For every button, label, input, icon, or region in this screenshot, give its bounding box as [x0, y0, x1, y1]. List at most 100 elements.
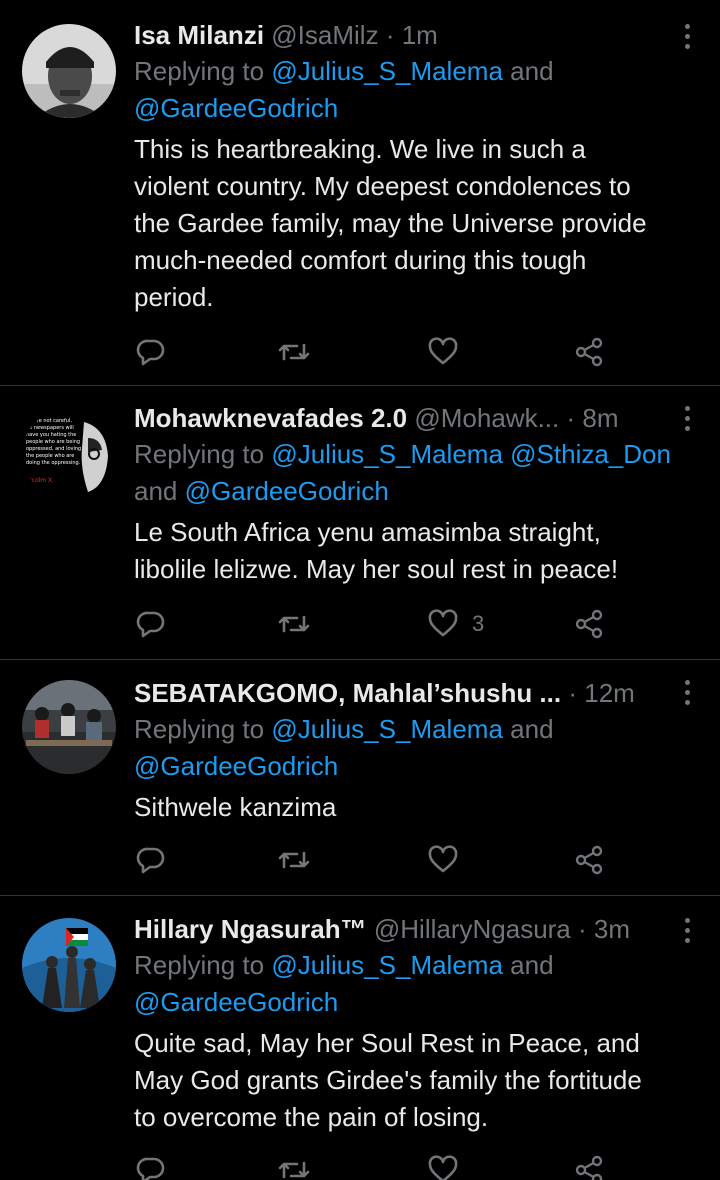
avatar-text: doing the oppressing.: [26, 460, 81, 466]
replying-to: Replying to @Julius_S_Malema and @Gardee…: [134, 711, 700, 785]
replying-to: Replying to @Julius_S_Malema and @Gardee…: [134, 53, 700, 127]
avatar[interactable]: [22, 918, 116, 1012]
user-handle[interactable]: @HillaryNgasura: [374, 914, 571, 944]
avatar[interactable]: [22, 680, 116, 774]
like-icon: [428, 845, 458, 873]
mention-link[interactable]: @GardeeGodrich: [134, 93, 338, 123]
avatar-text: 'colm X: [30, 477, 52, 484]
tweet-header: SEBATAKGOMO, Mahlal’shushu ... · 12m: [134, 675, 674, 711]
tweet-text-line: This is heartbreaking. We live in such a: [134, 134, 586, 164]
tweet-actions: 3: [134, 606, 614, 642]
replying-to-label: Replying to: [134, 714, 265, 744]
user-handle[interactable]: @IsaMilz: [271, 20, 378, 50]
like-count: 3: [472, 611, 485, 636]
avatar-text: the people who are: [26, 453, 74, 459]
reply-icon: [136, 339, 165, 366]
share-button[interactable]: [574, 1152, 604, 1180]
timestamp[interactable]: 3m: [594, 914, 630, 944]
tweet-actions: [134, 842, 614, 878]
replying-to-label: Replying to: [134, 56, 265, 86]
reply-icon: [136, 1157, 165, 1180]
tweet-text: This is heartbreaking. We live in such a…: [134, 131, 700, 316]
retweet-button[interactable]: [278, 334, 310, 370]
share-button[interactable]: [574, 334, 604, 370]
tweet-text-line: period.: [134, 282, 214, 312]
tweet-text-line: the Gardee family, may the Universe prov…: [134, 208, 647, 238]
reply-button[interactable]: [136, 842, 166, 878]
like-icon: [428, 609, 458, 637]
mention-link[interactable]: @GardeeGodrich: [134, 987, 338, 1017]
replying-to-label: Replying to: [134, 439, 265, 469]
tweet-actions: [134, 1152, 614, 1180]
mention-link[interactable]: @Julius_S_Malema: [271, 714, 503, 744]
retweet-button[interactable]: [278, 1152, 310, 1180]
timestamp[interactable]: 1m: [402, 20, 438, 50]
mention-link[interactable]: @GardeeGodrich: [185, 476, 389, 506]
avatar-text: ..e newspapers will: [26, 425, 74, 431]
mention-link[interactable]: @Julius_S_Malema: [271, 56, 503, 86]
like-button[interactable]: 3: [428, 606, 484, 642]
retweet-icon: [278, 615, 310, 633]
tweet[interactable]: Isa Milanzi @IsaMilz · 1m Replying to @J…: [0, 0, 720, 385]
reply-icon: [136, 611, 165, 638]
replying-to: Replying to @Julius_S_Malema and @Gardee…: [134, 947, 700, 1021]
replying-to-and: and: [134, 476, 178, 506]
like-button[interactable]: [428, 1152, 472, 1180]
tweet-header: Mohawknevafades 2.0 @Mohawk... · 8m: [134, 400, 674, 436]
separator: ·: [566, 403, 576, 433]
replying-to-and: and: [510, 56, 554, 86]
mention-link[interactable]: @Julius_S_Malema: [271, 950, 503, 980]
tweet-actions: [134, 334, 614, 370]
tweet-text-line: libolile lelizwe. May her soul rest in p…: [134, 554, 619, 584]
avatar-text: people who are being: [26, 439, 80, 445]
share-icon: [575, 1155, 603, 1180]
timestamp[interactable]: 12m: [584, 678, 635, 708]
tweet-text: Sithwele kanzima: [134, 789, 700, 826]
tweet-text: Le South Africa yenu amasimba straight, …: [134, 514, 700, 588]
retweet-icon: [278, 1161, 310, 1179]
replying-to-and: and: [510, 714, 554, 744]
user-handle[interactable]: @Mohawk...: [414, 403, 559, 433]
reply-button[interactable]: [136, 1152, 166, 1180]
display-name[interactable]: SEBATAKGOMO, Mahlal’shushu ...: [134, 678, 561, 708]
tweet-text-line: Quite sad, May her Soul Rest in Peace, a…: [134, 1028, 640, 1058]
share-button[interactable]: [574, 842, 604, 878]
display-name[interactable]: Mohawknevafades 2.0: [134, 403, 407, 433]
tweet[interactable]: Hillary Ngasurah™ @HillaryNgasura · 3m R…: [0, 896, 720, 1180]
tweet-header: Hillary Ngasurah™ @HillaryNgasura · 3m: [134, 911, 674, 947]
retweet-icon: [278, 851, 310, 869]
avatar[interactable]: ..ou're not careful, ..e newspapers will…: [22, 408, 116, 502]
retweet-button[interactable]: [278, 842, 310, 878]
mention-link[interactable]: @GardeeGodrich: [134, 751, 338, 781]
tweet-text: Quite sad, May her Soul Rest in Peace, a…: [134, 1025, 700, 1136]
mention-link[interactable]: @Sthiza_Don: [510, 439, 671, 469]
replying-to: Replying to @Julius_S_Malema @Sthiza_Don…: [134, 436, 700, 510]
reply-button[interactable]: [136, 606, 166, 642]
tweet-text-line: violent country. My deepest condolences …: [134, 171, 631, 201]
separator: ·: [578, 914, 587, 944]
share-button[interactable]: [574, 606, 604, 642]
tweet-text-line: Le South Africa yenu amasimba straight,: [134, 517, 601, 547]
retweet-button[interactable]: [278, 606, 310, 642]
replying-to-and: and: [510, 950, 554, 980]
tweet[interactable]: ..ou're not careful, ..e newspapers will…: [0, 386, 720, 659]
avatar-text: ..ou're not careful,: [26, 418, 72, 424]
reply-button[interactable]: [136, 334, 166, 370]
like-button[interactable]: [428, 334, 472, 370]
timestamp[interactable]: 8m: [582, 403, 618, 433]
retweet-icon: [278, 343, 310, 361]
tweet-text-line: May God grants Girdee's family the forti…: [134, 1065, 642, 1095]
reply-icon: [136, 847, 165, 874]
display-name[interactable]: Isa Milanzi: [134, 20, 264, 50]
display-name[interactable]: Hillary Ngasurah™: [134, 914, 367, 944]
tweet-text-line: Sithwele kanzima: [134, 792, 337, 822]
share-icon: [575, 845, 603, 875]
mention-link[interactable]: @Julius_S_Malema: [271, 439, 503, 469]
replying-to-label: Replying to: [134, 950, 265, 980]
like-button[interactable]: [428, 842, 472, 878]
avatar[interactable]: [22, 24, 116, 118]
like-icon: [428, 337, 458, 365]
tweet-text-line: much-needed comfort during this tough: [134, 245, 587, 275]
tweet[interactable]: SEBATAKGOMO, Mahlal’shushu ... · 12m Rep…: [0, 660, 720, 895]
avatar-text: oppressed, and loving: [26, 446, 81, 452]
